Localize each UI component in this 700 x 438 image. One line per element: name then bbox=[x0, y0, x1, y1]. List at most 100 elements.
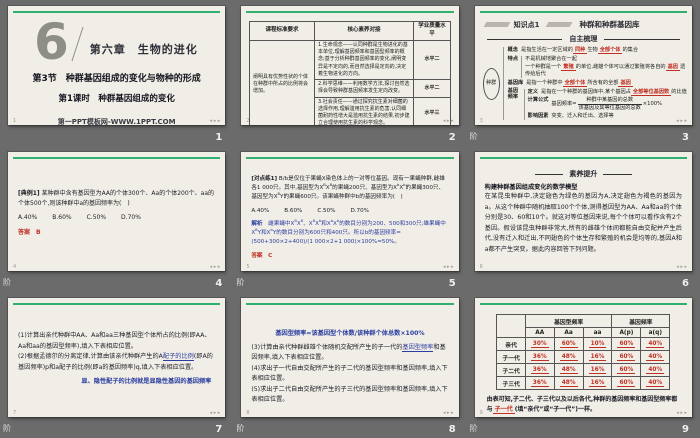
cell-value: 36% bbox=[530, 354, 549, 361]
branch-concept: 概念 是指生活在一定区域的 同种 生物 全部个体 的集合 bbox=[508, 47, 688, 54]
column-header: 学业质量水平 bbox=[412, 21, 451, 41]
hint-note: 显、隐性配子的比例就是显隐性基因的基因频率 bbox=[81, 378, 212, 386]
green-divider bbox=[13, 157, 221, 159]
slide-cell-8: 基因型频率=该基因型个体数/该种群个体总数×100% (3)计算由亲代种群雌雄个… bbox=[233, 292, 466, 438]
slide-page-number: 5 bbox=[246, 264, 250, 270]
task-item-2: (2)根据孟德尔的分离定律,计算由该亲代种群产生的A配子的比例(即A的基因频率)… bbox=[18, 353, 213, 371]
lesson-title: 第1课时 种群基因组成的变化 bbox=[58, 93, 175, 104]
branch-label: 特点 bbox=[507, 56, 519, 63]
model-subtitle: 构建种群基因组成变化的数学模型 bbox=[484, 184, 578, 191]
nav-arrows-icon: ◂ ▸ ▸ bbox=[442, 264, 454, 270]
stem-text: B/b是仅位于果蝇X染色体上的一对等位基因。现有一果蝇种群,雌雄各1 000只。… bbox=[251, 176, 445, 201]
group-header: 基因频率 bbox=[611, 314, 671, 328]
row-label: 子一代 bbox=[496, 350, 526, 364]
nav-arrows-icon: ◂ ▸ ▸ bbox=[442, 410, 454, 416]
slide-cell-7: (1)计算出亲代种群中AA、Aa和aa三种基因型个体所占的比例(即AA、Aa和a… bbox=[0, 292, 233, 438]
slide-page-number: 1 bbox=[13, 118, 17, 124]
slide-number: 8 bbox=[448, 424, 456, 435]
slide-thumbnail-6[interactable]: 素养提升 构建种群基因组成变化的数学模型 在某昆虫种群中,决定翅色为绿色的基因为… bbox=[474, 152, 692, 271]
slide-thumbnail-2[interactable]: 课程标准要求 核心素养对接 学业质量水平 阐明具有优势性状的个体在种群中所占的比… bbox=[241, 6, 459, 125]
branch-text: 是指生活在一定区域的 同种 生物 全部个体 的集合 bbox=[521, 47, 639, 54]
branch-gene-pool: 基因库 是指一个种群中 全部个体 所含有的全部 基因 bbox=[508, 80, 688, 88]
question-tag: [对点练1] bbox=[251, 176, 278, 182]
nav-arrows-icon: ◂ ▸ ▸ bbox=[209, 410, 221, 416]
analysis-text: 雌果蝇中XBXB、XBXb和XbXb的数目分别为200、500和300只;雄果蝇… bbox=[251, 219, 446, 246]
column-header: 核心素养对接 bbox=[313, 21, 414, 41]
section-divider: 自主梳理 bbox=[487, 34, 680, 44]
answer-line: 答案 C bbox=[251, 252, 448, 261]
table-header-row: 课程标准要求 核心素养对接 学业质量水平 bbox=[248, 21, 451, 41]
cell-value: 40% bbox=[646, 380, 665, 387]
stage-label: 阶 bbox=[236, 278, 245, 287]
column-header: a(q) bbox=[640, 327, 671, 338]
chapter-title: 第六章 生物的进化 bbox=[89, 42, 198, 56]
slide-number: 5 bbox=[448, 278, 456, 289]
cell-value: 36% bbox=[530, 367, 549, 374]
knowledge-title: 种群和种群基因库 bbox=[579, 20, 640, 29]
slide-number: 1 bbox=[215, 132, 223, 143]
column-header: A(p) bbox=[611, 327, 642, 338]
frequency-formula: 计算公式 基因频率= 种群中某基因的总数 该基因及其等位基因的总数 ×100% bbox=[528, 97, 688, 112]
cell-value: 16% bbox=[588, 380, 607, 387]
section-label: 素养提升 bbox=[569, 170, 598, 178]
slide-page-number: 3 bbox=[479, 118, 483, 124]
question-tag: [典例1] bbox=[18, 190, 40, 197]
green-divider bbox=[13, 303, 221, 305]
nav-arrows-icon: ◂ ▸ ▸ bbox=[442, 118, 454, 124]
slide-number: 3 bbox=[682, 132, 689, 143]
slide-thumbnail-9[interactable]: 基因型频率 基因频率 AA Aa aa A(p) a(q) 亲代 30% 60%… bbox=[474, 298, 692, 417]
stage-label: 阶 bbox=[469, 424, 478, 433]
slide-inner-footer: 5 ◂ ▸ ▸ bbox=[246, 265, 453, 270]
table-row: 子三代 36% 48% 16% 60% 40% bbox=[496, 376, 671, 390]
genotype-frequency-formula: 基因型频率=该基因型个体数/该种群个体总数×100% bbox=[275, 330, 425, 337]
cell-value: 16% bbox=[588, 354, 607, 361]
slide-thumbnail-1[interactable]: 6 第六章 生物的进化 第3节 种群基因组成的变化与物种的形成 第1课时 种群基… bbox=[8, 6, 226, 125]
table-group-header-row: 基因型频率 基因频率 bbox=[496, 314, 671, 338]
option-a: A.40% bbox=[251, 208, 270, 215]
option-d: D.70% bbox=[121, 214, 141, 222]
analysis-block: 解析 雌果蝇中XBXB、XBXb和XbXb的数目分别为200、500和300只;… bbox=[251, 220, 448, 247]
table-row: 子一代 36% 48% 16% 60% 40% bbox=[496, 350, 671, 364]
stage-label: 阶 bbox=[3, 278, 11, 287]
slide-page-number: 6 bbox=[479, 264, 483, 270]
task-item-1: (1)计算出亲代种群中AA、Aa和aa三种基因型个体所占的比例(即AA、Aa和a… bbox=[18, 332, 211, 350]
frequency-items: 定义 是指在一个种群的基因库中,某个基因占 全部等位基因数 的比值 计算公式 基因频… bbox=[523, 89, 688, 121]
frequency-table: 基因型频率 基因频率 AA Aa aa A(p) a(q) 亲代 30% 60%… bbox=[496, 314, 671, 390]
slide-thumbnail-7[interactable]: (1)计算出亲代种群中AA、Aa和aa三种基因型个体所占的比例(即AA、Aa和a… bbox=[8, 298, 226, 417]
cell-value: 36% bbox=[530, 380, 549, 387]
feature-item: 一个种群是一个 繁殖 的单位,雌雄个体可以通过繁殖将各自的 基因 遗传给后代 bbox=[525, 64, 686, 78]
slide-thumbnail-3[interactable]: 知识点1 种群和种群基因库 自主梳理 种群 概念 是指生活在一定区域的 同种 生物全… bbox=[474, 6, 692, 125]
slide-inner-footer: 6 ◂ ▸ ▸ bbox=[480, 265, 687, 270]
green-divider bbox=[246, 157, 454, 159]
column-header: Aa bbox=[553, 327, 584, 338]
column-header: aa bbox=[582, 327, 613, 338]
literacy-cell: 2.科学思维——利用数学方法,探讨自然选择会导致种群基因频率发生定向改变。 bbox=[313, 79, 414, 98]
table-row: 阐明具有优势性状的个体在种群中所占的比例将会增加。 1.生命观念——认同种群是生… bbox=[248, 39, 451, 125]
level-cell: 水平二 bbox=[412, 39, 451, 81]
options-row: A.40% B.60% C.50% D.70% bbox=[18, 213, 215, 223]
slide-thumbnail-5[interactable]: [对点练1] B/b是仅位于果蝇X染色体上的一对等位基因。现有一果蝇种群,雌雄各… bbox=[241, 152, 459, 271]
column-header: AA bbox=[524, 327, 555, 338]
group-header: 基因型频率 bbox=[524, 314, 613, 328]
formula: 基因频率= 种群中某基因的总数 该基因及其等位基因的总数 ×100% bbox=[551, 97, 662, 112]
analysis-label: 解析 bbox=[251, 221, 263, 228]
slide-thumbnail-4[interactable]: [典例1] 某种群中含有基因型为AA的个体300个、Aa的个体200个、aa的个… bbox=[8, 152, 226, 271]
requirement-cell: 阐明具有优势性状的个体在种群中所占的比例将会增加。 bbox=[248, 39, 315, 125]
row-label: 亲代 bbox=[496, 337, 526, 351]
task-item-3: (3)计算由亲代种群雌雄个体随机交配所产生的子一代的基因型频率和基因频率,填入下… bbox=[251, 343, 446, 362]
branch-label: 概念 bbox=[507, 47, 519, 53]
root-label: 种群 bbox=[485, 80, 497, 87]
knowledge-badge: 知识点1 bbox=[513, 20, 540, 29]
row-label: 子三代 bbox=[496, 376, 526, 390]
options-row: A.40% B.60% C.50% D.70% bbox=[251, 207, 448, 216]
slide-cell-3: 知识点1 种群和种群基因库 自主梳理 种群 概念 是指生活在一定区域的 同种 生物全… bbox=[467, 0, 700, 146]
sub-label: 计算公式 bbox=[527, 97, 549, 104]
empty-corner-cell bbox=[496, 314, 526, 338]
slide-thumbnail-8[interactable]: 基因型频率=该基因型个体数/该种群个体总数×100% (3)计算由亲代种群雌雄个… bbox=[241, 298, 459, 417]
answer-line: 答案 B bbox=[18, 228, 215, 238]
green-divider bbox=[246, 303, 454, 305]
cell-value: 48% bbox=[559, 354, 578, 361]
branch-text: 是指一个种群中 全部个体 所含有的全部 基因 bbox=[526, 80, 633, 88]
green-divider bbox=[479, 157, 687, 159]
slide-number: 7 bbox=[215, 424, 223, 435]
